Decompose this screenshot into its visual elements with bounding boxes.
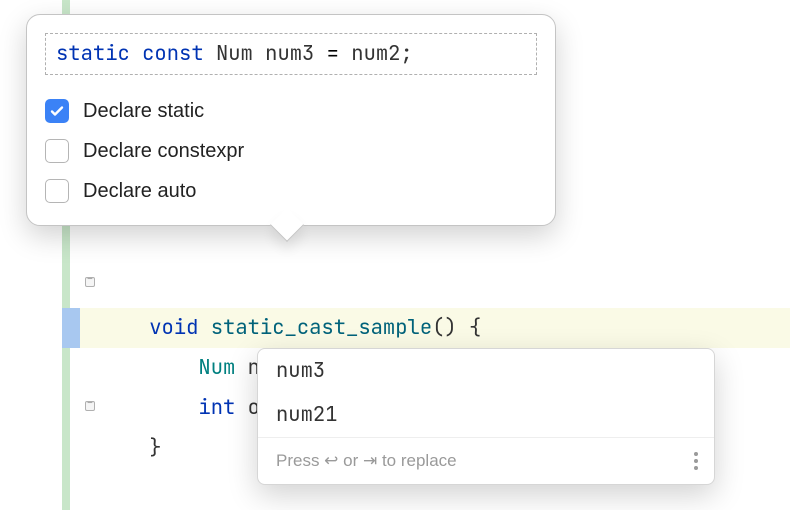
kw-static: static [56,40,130,67]
semi-preview: ; [400,40,412,67]
close-brace: } [149,434,161,461]
label-auto: Declare auto [83,180,196,203]
option-declare-static[interactable]: Declare static [45,91,537,131]
label-static: Declare static [83,100,204,123]
code-line-num-assign[interactable]: Num n = num3; [100,308,366,348]
fold-handle-close[interactable] [85,401,95,411]
declaration-preview: static const Num num3 = num2; [45,33,537,75]
equals-preview: = [314,40,351,67]
check-icon [49,103,65,119]
option-declare-constexpr[interactable]: Declare constexpr [45,131,537,171]
suggestion-item-1[interactable]: num21 [258,393,714,437]
suggestion-item-0[interactable]: num3 [258,349,714,393]
checkbox-auto[interactable] [45,179,69,203]
label-constexpr: Declare constexpr [83,140,244,163]
hint-text: Press ↩ or ⇥ to replace [276,451,457,471]
more-icon[interactable] [690,448,702,474]
type-preview: Num [216,40,253,67]
rename-suggestions-popup: num3 num21 Press ↩ or ⇥ to replace [257,348,715,485]
kw-const: const [142,40,204,67]
rhs-preview: num2 [351,40,400,67]
open-brace: { [457,314,482,341]
option-declare-auto[interactable]: Declare auto [45,171,537,211]
code-line-fn-decl[interactable]: void static_cast_sample() { [100,268,481,308]
suggestions-footer: Press ↩ or ⇥ to replace [258,437,714,484]
checkbox-constexpr[interactable] [45,139,69,163]
introduce-constant-popup: static const Num num3 = num2; Declare st… [26,14,556,226]
keyword-int: int [198,394,235,421]
code-line-close-brace[interactable]: } [100,388,162,428]
parens: () [432,314,457,341]
checkbox-static[interactable] [45,99,69,123]
gutter-caret-highlight [62,308,80,348]
var-preview: num3 [265,40,314,67]
fold-handle-open[interactable] [85,277,95,287]
